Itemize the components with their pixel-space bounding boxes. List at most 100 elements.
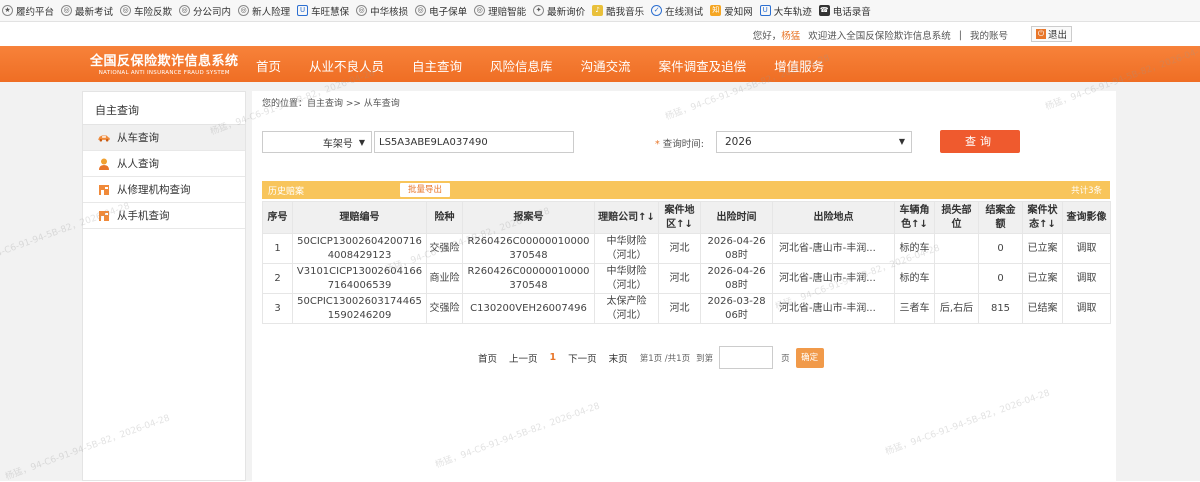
bookmark-item[interactable]: ★履约平台 (2, 4, 54, 18)
table-cell: 50CICP130026042007164008429123 (293, 234, 427, 264)
nav-item[interactable]: 沟通交流 (581, 56, 631, 75)
table-cell: 河北省-唐山市-丰润... (773, 234, 895, 264)
table-cell: 三者车 (895, 294, 935, 324)
table-cell: 已立案 (1023, 264, 1063, 294)
goto-page-input[interactable] (719, 346, 773, 369)
sidebar-title: 自主查询 (83, 92, 245, 125)
globe-icon: ◎ (120, 5, 131, 16)
first-page-link[interactable]: 首页 (478, 351, 497, 365)
shield-icon: U (760, 5, 771, 16)
globe-icon: ◎ (61, 5, 72, 16)
nav-item[interactable]: 案件调查及追偿 (659, 56, 747, 75)
last-page-link[interactable]: 末页 (609, 351, 628, 365)
query-button[interactable]: 查询 (940, 130, 1020, 153)
next-page-link[interactable]: 下一页 (568, 351, 597, 365)
logout-button[interactable]: ⏻ 退出 (1031, 26, 1072, 42)
bookmark-item[interactable]: U车旺慧保 (297, 4, 349, 18)
nav-item[interactable]: 风险信息库 (490, 56, 553, 75)
bookmark-item[interactable]: ✓在线测试 (651, 4, 703, 18)
table-cell: 2026-03-28 06时 (701, 294, 773, 324)
total-count: 共计3条 (1071, 184, 1102, 196)
pagination: 首页 上一页 1 下一页 末页 第1页 /共1页 到第 页 确定 (478, 346, 824, 369)
nav-item[interactable]: 增值服务 (774, 56, 824, 75)
column-header: 出险地点 (773, 202, 895, 234)
page-info: 第1页 /共1页 (640, 352, 690, 364)
goto-confirm-button[interactable]: 确定 (796, 348, 824, 368)
divider: | (959, 30, 962, 41)
column-header: 损失部位 (935, 202, 979, 234)
bookmark-item[interactable]: ◎最新考试 (61, 4, 113, 18)
welcome-text: 欢迎进入全国反保险欺诈信息系统 (808, 28, 951, 42)
sidebar-item-label: 从修理机构查询 (117, 182, 191, 197)
bookmark-label: 在线测试 (665, 4, 703, 18)
shield-icon: U (297, 5, 308, 16)
nav-item[interactable]: 自主查询 (412, 56, 462, 75)
query-year-select[interactable]: 2026 ▼ (716, 131, 912, 153)
column-header[interactable]: 案件状态↑↓ (1023, 202, 1063, 234)
vin-input[interactable] (374, 131, 574, 153)
prev-page-link[interactable]: 上一页 (509, 351, 538, 365)
table-body: 150CICP130026042007164008429123交强险R26042… (263, 234, 1111, 324)
column-header: 出险时间 (701, 202, 773, 234)
bookmark-item[interactable]: ◎新人险理 (238, 4, 290, 18)
bookmark-item[interactable]: 知爱知网 (710, 4, 753, 18)
retrieve-image-link[interactable]: 调取 (1063, 294, 1111, 324)
table-cell: R260426C00000010000370548 (463, 264, 595, 294)
retrieve-image-link[interactable]: 调取 (1063, 234, 1111, 264)
sidebar-item-label: 从车查询 (117, 130, 159, 145)
bookmark-item[interactable]: ♪酷我音乐 (592, 4, 644, 18)
table-cell: 后,右后 (935, 294, 979, 324)
bookmark-label: 大车轨迹 (774, 4, 812, 18)
bookmark-item[interactable]: ◎车险反欺 (120, 4, 172, 18)
bookmark-item[interactable]: ✦最新询价 (533, 4, 585, 18)
batch-export-button[interactable]: 批量导出 (400, 183, 450, 197)
sidebar-item-vehicle-query[interactable]: 从车查询 (83, 125, 245, 151)
bookmark-item[interactable]: U大车轨迹 (760, 4, 812, 18)
table-cell: 3 (263, 294, 293, 324)
current-page[interactable]: 1 (550, 352, 557, 363)
query-time-label: * 查询时间: (655, 136, 704, 150)
table-cell: 标的车 (895, 234, 935, 264)
table-cell: 中华财险（河北） (595, 234, 659, 264)
retrieve-image-link[interactable]: 调取 (1063, 264, 1111, 294)
bookmark-label: 爱知网 (724, 4, 753, 18)
nav-item[interactable]: 从业不良人员 (309, 56, 384, 75)
sidebar-item-repair-shop-query[interactable]: 从修理机构查询 (83, 177, 245, 203)
sidebar-item-phone-query[interactable]: 从手机查询 (83, 203, 245, 229)
column-header[interactable]: 车辆角色↑↓ (895, 202, 935, 234)
bookmarks-bar: ★履约平台◎最新考试◎车险反欺◎分公司内◎新人险理U车旺慧保◎中华核损◎电子保单… (0, 0, 1200, 22)
bookmark-item[interactable]: ◎理赔智能 (474, 4, 526, 18)
sidebar-item-label: 从人查询 (117, 156, 159, 171)
bookmark-label: 车险反欺 (134, 4, 172, 18)
table-cell: 1 (263, 234, 293, 264)
nav-item[interactable]: 首页 (256, 56, 281, 75)
table-row: 150CICP130026042007164008429123交强险R26042… (263, 234, 1111, 264)
search-form: 车架号 ▼ * 查询时间: 2026 ▼ 查询 (262, 130, 1102, 156)
car-icon (97, 132, 111, 144)
table-cell: 河北 (659, 264, 701, 294)
bookmark-item[interactable]: ◎分公司内 (179, 4, 231, 18)
bookmark-label: 电子保单 (429, 4, 467, 18)
goto-label: 到第 (696, 352, 713, 364)
query-type-select[interactable]: 车架号 ▼ (262, 131, 372, 153)
bookmark-item[interactable]: ☎电话录音 (819, 4, 871, 18)
table-cell: R260426C00000010000370548 (463, 234, 595, 264)
sidebar-item-person-query[interactable]: 从人查询 (83, 151, 245, 177)
bookmark-item[interactable]: ◎电子保单 (415, 4, 467, 18)
person-icon (97, 158, 111, 170)
query-type-value: 车架号 (323, 135, 353, 150)
repair-shop-icon (97, 184, 111, 196)
bookmark-label: 履约平台 (16, 4, 54, 18)
bookmark-item[interactable]: ◎中华核损 (356, 4, 408, 18)
table-header-row: 序号理赔编号险种报案号理赔公司↑↓案件地区↑↓出险时间出险地点车辆角色↑↓损失部… (263, 202, 1111, 234)
column-header[interactable]: 理赔公司↑↓ (595, 202, 659, 234)
table-cell: 太保产险（河北） (595, 294, 659, 324)
table-cell: 50CPIC130026031744651590246209 (293, 294, 427, 324)
top-user-bar: 您好，杨猛 欢迎进入全国反保险欺诈信息系统 | 我的账号 ⏻ 退出 (0, 22, 1200, 46)
bookmark-label: 最新询价 (547, 4, 585, 18)
column-header[interactable]: 案件地区↑↓ (659, 202, 701, 234)
username-link[interactable]: 杨猛 (781, 31, 800, 42)
table-cell: 中华财险（河北） (595, 264, 659, 294)
bird-icon: ✦ (533, 5, 544, 16)
my-account-link[interactable]: 我的账号 (970, 28, 1008, 42)
